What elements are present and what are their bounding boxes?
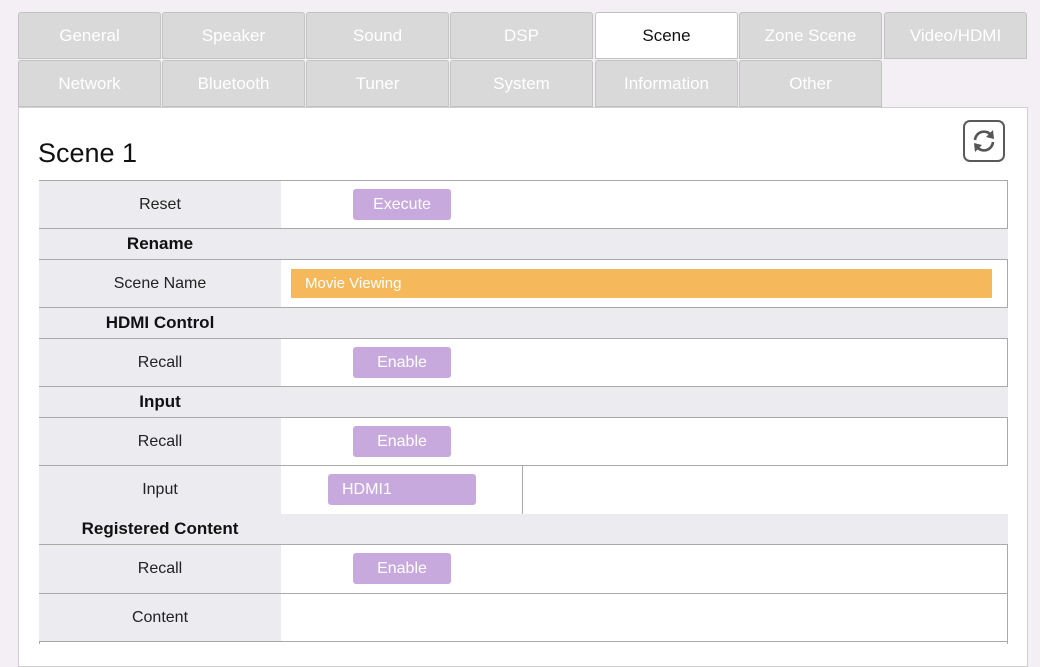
reset-label: Reset (39, 181, 281, 228)
hdmi-recall-row: Recall (39, 339, 1007, 386)
registered-recall-enable-button[interactable]: Enable (353, 553, 451, 584)
input-label: Input (39, 466, 281, 514)
registered-recall-row: Recall (39, 545, 1007, 593)
tab-video-hdmi[interactable]: Video/HDMI (884, 12, 1027, 59)
registered-content-heading: Registered Content (81, 519, 239, 538)
content-label: Content (39, 594, 281, 641)
hdmi-control-heading: HDMI Control (105, 313, 215, 332)
reset-row: Reset (39, 181, 1007, 228)
page-title: Scene 1 (38, 138, 138, 168)
input-select[interactable]: HDMI1 (328, 474, 476, 505)
registered-content-section: Registered Content (39, 514, 1008, 545)
tab-sound[interactable]: Sound (306, 12, 449, 59)
reset-execute-button[interactable]: Execute (353, 189, 451, 220)
tab-general[interactable]: General (18, 12, 161, 59)
input-recall-enable-button[interactable]: Enable (353, 426, 451, 457)
tab-network[interactable]: Network (18, 60, 161, 107)
scene-name-label: Scene Name (39, 260, 281, 307)
input-recall-row: Recall (39, 418, 1007, 465)
tab-other[interactable]: Other (739, 60, 882, 107)
registered-recall-label: Recall (39, 545, 281, 593)
hdmi-recall-enable-button[interactable]: Enable (353, 347, 451, 378)
tab-zone-scene[interactable]: Zone Scene (739, 12, 882, 59)
settings-tabs: General Speaker Sound DSP Scene Zone Sce… (18, 12, 1028, 108)
tab-scene[interactable]: Scene (595, 12, 738, 59)
tab-bluetooth[interactable]: Bluetooth (162, 60, 305, 107)
hdmi-control-section: HDMI Control (39, 308, 1008, 339)
refresh-icon (973, 130, 995, 152)
content-value (281, 594, 1007, 641)
refresh-button[interactable] (963, 120, 1005, 162)
input-recall-label: Recall (39, 418, 281, 465)
scene-name-field[interactable]: Movie Viewing (291, 269, 992, 298)
tab-tuner[interactable]: Tuner (306, 60, 449, 107)
input-section: Input (39, 387, 1008, 418)
tab-information[interactable]: Information (595, 60, 738, 107)
hdmi-recall-label: Recall (39, 339, 281, 386)
tab-system[interactable]: System (450, 60, 593, 107)
rename-section: Rename (39, 229, 1008, 260)
tab-dsp[interactable]: DSP (450, 12, 593, 59)
tab-speaker[interactable]: Speaker (162, 12, 305, 59)
rename-heading: Rename (126, 234, 194, 253)
content-row: Content (39, 594, 1007, 641)
input-heading: Input (139, 392, 181, 411)
